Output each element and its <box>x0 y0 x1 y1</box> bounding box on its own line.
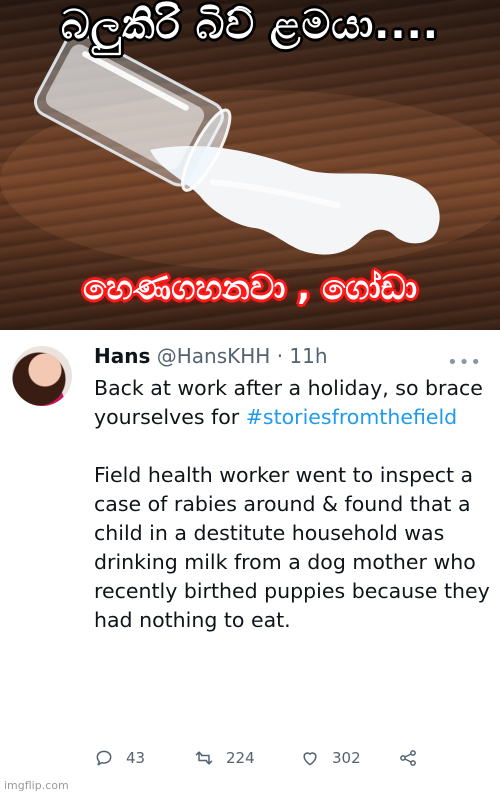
separator: · <box>276 344 284 368</box>
retweet-button[interactable]: 224 <box>194 748 255 768</box>
reply-icon <box>96 750 112 766</box>
tweet-text-paragraph2: Field health worker went to inspect a ca… <box>94 463 490 632</box>
like-button[interactable]: 302 <box>300 748 361 768</box>
meme-bottom-caption: හෙණගහනවා , ගෝඩා <box>82 268 418 308</box>
handle[interactable]: @HansKHH <box>157 344 271 368</box>
hashtag-link[interactable]: #storiesfromthefield <box>246 405 457 429</box>
reply-button[interactable]: 43 <box>94 748 145 768</box>
display-name[interactable]: Hans <box>94 344 150 368</box>
avatar[interactable] <box>12 346 72 406</box>
reply-count: 43 <box>126 749 146 767</box>
meme-image: බලුකිරි බිව් ළමයා.... හෙණගහනවා , ගෝඩා <box>0 0 500 330</box>
tweet-card: Hans @HansKHH · 11h ••• Back at work aft… <box>0 330 500 795</box>
share-button[interactable] <box>398 748 418 768</box>
heart-icon <box>303 752 317 766</box>
retweet-count: 224 <box>226 749 255 767</box>
more-dots-icon[interactable]: ••• <box>447 352 482 373</box>
tweet-body: Back at work after a holiday, so brace y… <box>94 374 490 635</box>
imgflip-watermark: imgflip.com <box>4 779 69 792</box>
meme-top-caption: බලුකිරි බිව් ළමයා.... <box>61 2 439 48</box>
tweet-header: Hans @HansKHH · 11h <box>94 344 328 368</box>
timestamp[interactable]: 11h <box>289 344 327 368</box>
retweet-icon <box>195 751 213 765</box>
tweet-actions: 43 224 302 <box>94 748 494 776</box>
like-count: 302 <box>332 749 361 767</box>
share-icon <box>400 750 416 766</box>
